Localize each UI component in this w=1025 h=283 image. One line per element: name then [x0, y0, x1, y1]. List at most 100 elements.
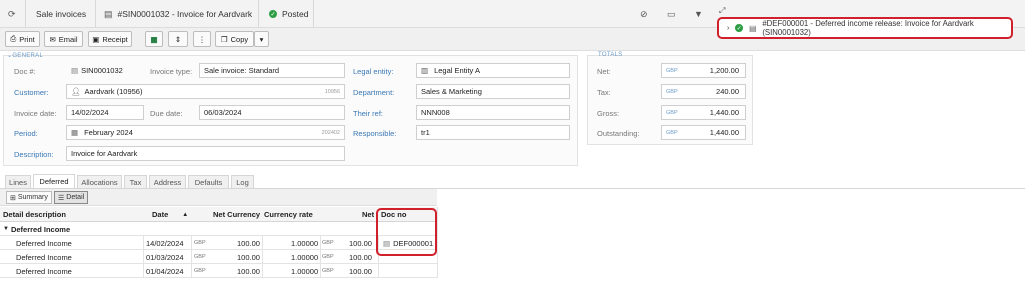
invoice-type-value: Sale invoice: Standard	[204, 66, 280, 75]
copy-button[interactable]: ❐ Copy	[215, 31, 254, 47]
column-header-net-currency[interactable]: Net Currency	[213, 208, 260, 221]
legal-entity-field[interactable]: ▥ Legal Entity A	[416, 63, 570, 78]
list-icon: ☰	[58, 194, 65, 202]
table-row[interactable]: Deferred Income 01/03/2024 GBP 100.00 1.…	[0, 250, 437, 264]
date-header-label: Date	[152, 210, 169, 219]
receipt-label: Receipt	[102, 34, 128, 44]
description-field[interactable]: Invoice for Aardvark	[66, 146, 345, 161]
tab-log[interactable]: Log	[231, 175, 254, 188]
column-header-date[interactable]: Date ▲	[152, 208, 188, 221]
description-value: Invoice for Aardvark	[71, 149, 138, 158]
legal-entity-label[interactable]: Legal entity:	[353, 67, 393, 76]
table-row[interactable]: Deferred Income 14/02/2024 GBP 100.00 1.…	[0, 236, 437, 250]
column-header-currency-rate[interactable]: Currency rate	[264, 208, 313, 221]
document-icon: ▤	[71, 66, 79, 75]
detail-label: Detail	[66, 194, 85, 201]
responsible-field[interactable]: tr1	[416, 125, 570, 140]
breadcrumb-sale-invoices[interactable]: Sale invoices	[36, 0, 86, 28]
table-row[interactable]: Deferred Income 01/04/2024 GBP 100.00 1.…	[0, 264, 437, 278]
doc-no-highlight	[376, 208, 437, 256]
receipt-button[interactable]: ▣ Receipt	[88, 31, 132, 47]
row-net-code: GBP	[322, 240, 334, 246]
chevron-down-icon: ▼	[3, 226, 9, 232]
sort-icon: ⇕	[174, 34, 182, 44]
their-ref-field[interactable]: NNN008	[416, 105, 570, 120]
row-description: Deferred Income	[16, 252, 72, 262]
excel-button[interactable]: ▦	[145, 31, 163, 47]
outstanding-value: 1,440.00	[709, 128, 739, 137]
period-field[interactable]: ▦ February 2024 202402	[66, 125, 345, 140]
department-field[interactable]: Sales & Marketing	[416, 84, 570, 99]
check-icon: ✓	[269, 10, 277, 18]
group-row[interactable]: ▼ Deferred Income	[0, 222, 437, 236]
net-label: Net:	[597, 67, 611, 76]
responsible-label[interactable]: Responsible:	[353, 129, 396, 138]
filter-icon[interactable]: ▼	[694, 9, 703, 19]
row-net-currency-code: GBP	[194, 254, 206, 260]
invoice-date-field[interactable]: 14/02/2024	[66, 105, 144, 120]
document-title-label: #SIN0001032 - Invoice for Aardvark	[117, 9, 253, 19]
row-currency-rate: 1.00000	[291, 252, 319, 262]
document-icon: ▤	[748, 23, 757, 33]
tax-value: 240.00	[716, 87, 739, 96]
column-header-net[interactable]: Net	[362, 208, 374, 221]
customer-label[interactable]: Customer:	[14, 88, 49, 97]
copy-dropdown-button[interactable]: ▾	[254, 31, 269, 47]
row-net-currency-code: GBP	[194, 268, 206, 274]
grid-icon: ⊞	[10, 194, 16, 202]
envelope-icon: ✉	[49, 34, 56, 44]
detail-button[interactable]: ☰ Detail	[54, 191, 89, 204]
row-net: 100.00	[349, 238, 372, 248]
more-button[interactable]: ⋮	[193, 31, 211, 47]
print-label: Print	[19, 34, 35, 44]
gross-currency: GBP	[666, 109, 678, 116]
row-currency-rate: 1.00000	[291, 266, 319, 276]
summary-button[interactable]: ⊞ Summary	[6, 191, 52, 204]
tab-tax[interactable]: Tax	[124, 175, 147, 188]
calendar-icon: ▦	[71, 128, 79, 137]
expand-icon[interactable]: ⤢	[719, 6, 725, 16]
notification-banner[interactable]: › ✓ ▤ #DEF000001 - Deferred income relea…	[717, 17, 1013, 39]
column-header-description[interactable]: Detail description	[3, 208, 66, 221]
row-net-currency: 100.00	[237, 266, 260, 276]
row-net-code: GBP	[322, 254, 334, 260]
responsible-value: tr1	[421, 128, 430, 137]
customer-value: Aardvark (10956)	[84, 87, 143, 96]
tax-field: GBP 240.00	[661, 84, 746, 99]
attachment-icon[interactable]: ⊘	[640, 9, 648, 20]
row-net-code: GBP	[322, 268, 334, 274]
their-ref-label[interactable]: Their ref:	[353, 109, 383, 118]
row-net-currency: 100.00	[237, 252, 260, 262]
general-legend-label: GENERAL	[12, 53, 44, 59]
tab-lines[interactable]: Lines	[5, 175, 31, 188]
period-code: 202402	[321, 129, 340, 136]
due-date-field[interactable]: 06/03/2024	[199, 105, 345, 120]
sort-button[interactable]: ⇕	[168, 31, 188, 47]
tab-allocations[interactable]: Allocations	[77, 175, 122, 188]
totals-legend: TOTALS	[598, 52, 623, 58]
invoice-type-label: Invoice type:	[150, 67, 193, 76]
customer-field[interactable]: 👤︎ Aardvark (10956) 10956	[66, 84, 345, 99]
status-label: Posted	[282, 9, 309, 19]
tab-deferred[interactable]: Deferred	[33, 174, 75, 188]
print-button[interactable]: ⎙ Print	[5, 31, 40, 47]
invoice-type-field[interactable]: Sale invoice: Standard	[199, 63, 345, 78]
email-button[interactable]: ✉ Email	[44, 31, 83, 47]
customer-code: 10956	[324, 88, 340, 95]
tab-address[interactable]: Address	[149, 175, 186, 188]
more-vertical-icon: ⋮	[198, 34, 206, 44]
period-label[interactable]: Period:	[14, 129, 38, 138]
department-label[interactable]: Department:	[353, 88, 394, 97]
comment-icon[interactable]: ▭	[667, 9, 676, 20]
tab-defaults[interactable]: Defaults	[188, 175, 229, 188]
receipt-icon: ▣	[92, 34, 100, 44]
group-label: Deferred Income	[10, 224, 71, 234]
net-field: GBP 1,200.00	[661, 63, 746, 78]
chevron-right-icon: ›	[727, 24, 730, 32]
general-legend: ⌄GENERAL	[7, 52, 43, 59]
refresh-icon[interactable]: ⟳	[8, 9, 16, 20]
gross-label: Gross:	[597, 109, 620, 118]
view-toggle-bar: ⊞ Summary ☰ Detail	[0, 189, 437, 206]
description-label[interactable]: Description:	[14, 150, 54, 159]
check-icon: ✓	[735, 24, 743, 32]
